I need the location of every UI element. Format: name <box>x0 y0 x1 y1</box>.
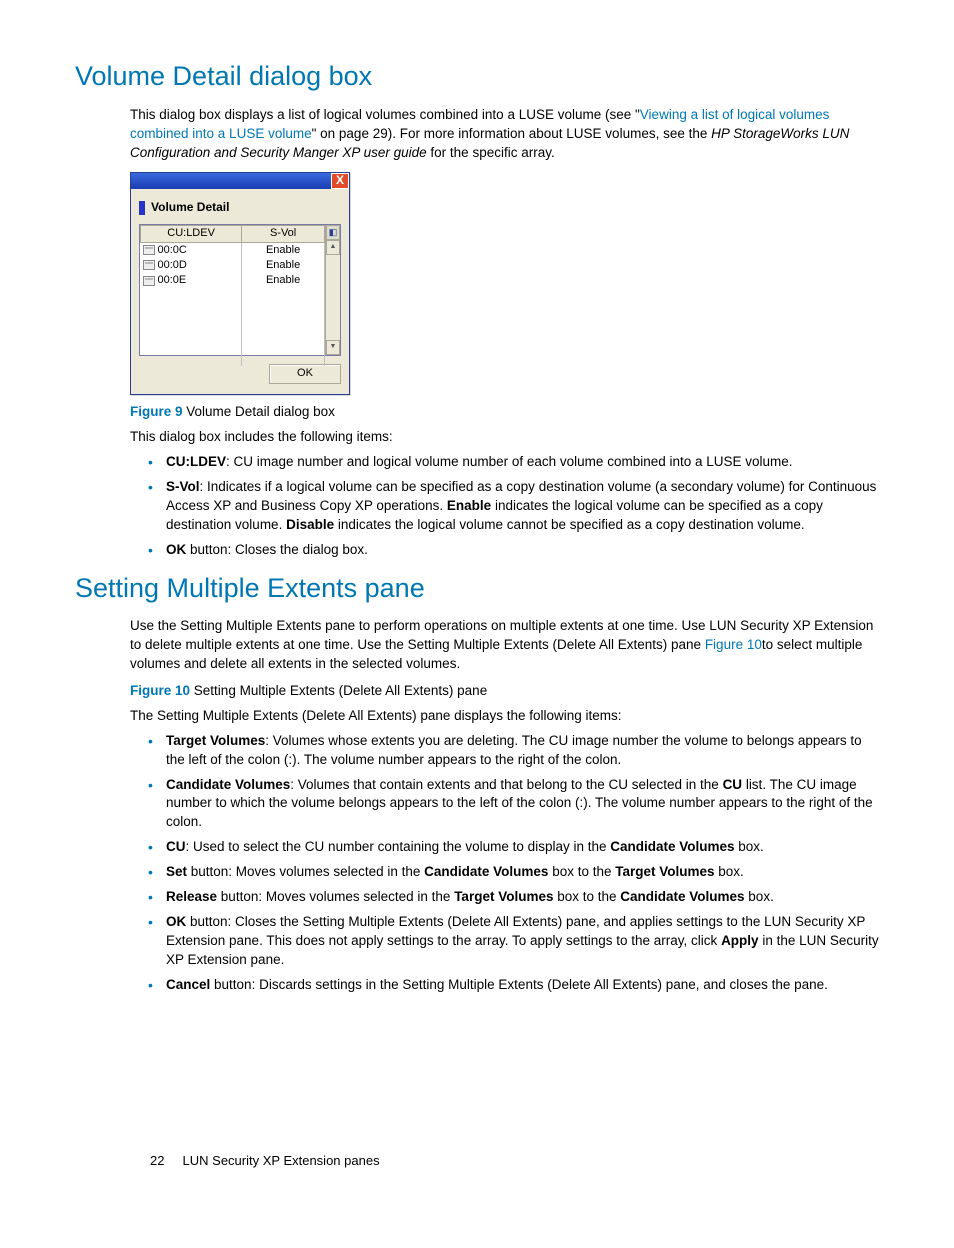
item-candidate-volumes: Candidate Volumes <box>166 777 290 792</box>
item-text: : Used to select the CU number containin… <box>186 839 611 854</box>
cell-ldev: 00:0E <box>158 274 187 286</box>
disk-icon <box>143 245 155 255</box>
item-text: button: Discards settings in the Setting… <box>210 977 828 992</box>
dialog-titlebar: X <box>131 173 349 189</box>
item-text: button: Moves volumes selected in the <box>217 889 454 904</box>
volume-detail-dialog: X Volume Detail CU:LDEV S-Vol <box>130 172 350 395</box>
list-item: S-Vol: Indicates if a logical volume can… <box>148 478 879 535</box>
bold-candidate-volumes: Candidate Volumes <box>424 864 548 879</box>
page-footer: 22 LUN Security XP Extension panes <box>150 1152 380 1170</box>
scroll-up-icon[interactable]: ▲ <box>326 240 340 255</box>
item-text: indicates the logical volume cannot be s… <box>334 517 805 532</box>
disk-icon <box>143 276 155 286</box>
scrollbar-corner-icon[interactable]: ◧ <box>326 225 340 240</box>
intro-paragraph: This dialog box displays a list of logic… <box>130 106 879 163</box>
item-text: : Volumes that contain extents and that … <box>290 777 722 792</box>
bold-candidate-volumes: Candidate Volumes <box>620 889 744 904</box>
intro-pre: This dialog box displays a list of logic… <box>130 107 640 122</box>
table-row[interactable]: 00:0E Enable <box>141 273 325 288</box>
col-culdev[interactable]: CU:LDEV <box>141 226 242 242</box>
cell-svol: Enable <box>242 242 325 258</box>
list-item: Candidate Volumes: Volumes that contain … <box>148 776 879 833</box>
bold-target-volumes: Target Volumes <box>615 864 714 879</box>
item-set: Set <box>166 864 187 879</box>
item-text: box. <box>735 839 764 854</box>
item-text: box to the <box>553 889 620 904</box>
intro-post1: " on page 29). For more information abou… <box>312 126 712 141</box>
list-item: OK button: Closes the dialog box. <box>148 541 879 560</box>
bold-target-volumes: Target Volumes <box>454 889 553 904</box>
list-item: OK button: Closes the Setting Multiple E… <box>148 913 879 970</box>
sme-items-intro: The Setting Multiple Extents (Delete All… <box>130 707 879 726</box>
cell-svol: Enable <box>242 258 325 273</box>
item-target-volumes: Target Volumes <box>166 733 265 748</box>
figure-9-number: Figure 9 <box>130 404 183 419</box>
item-text: button: Closes the dialog box. <box>186 542 368 557</box>
table-row[interactable]: 00:0D Enable <box>141 258 325 273</box>
list-item: CU: Used to select the CU number contain… <box>148 838 879 857</box>
bold-candidate-volumes: Candidate Volumes <box>610 839 734 854</box>
list-item: Cancel button: Discards settings in the … <box>148 976 879 995</box>
figure-10-caption: Setting Multiple Extents (Delete All Ext… <box>194 683 487 698</box>
volume-table: CU:LDEV S-Vol 00:0C Enable 00:0D Enable <box>139 224 341 356</box>
item-text: : CU image number and logical volume num… <box>226 454 793 469</box>
items-intro: This dialog box includes the following i… <box>130 428 879 447</box>
heading-setting-multiple-extents: Setting Multiple Extents pane <box>75 570 879 608</box>
scrollbar[interactable]: ◧ ▲ ▼ <box>325 225 340 355</box>
item-release: Release <box>166 889 217 904</box>
bold-enable: Enable <box>447 498 491 513</box>
link-figure-10[interactable]: Figure 10 <box>705 637 762 652</box>
figure-9-caption: Volume Detail dialog box <box>186 404 335 419</box>
item-text: button: Moves volumes selected in the <box>187 864 424 879</box>
footer-title: LUN Security XP Extension panes <box>183 1153 380 1168</box>
table-row[interactable]: 00:0C Enable <box>141 242 325 258</box>
col-svol[interactable]: S-Vol <box>242 226 325 242</box>
bold-disable: Disable <box>286 517 334 532</box>
list-item: Target Volumes: Volumes whose extents yo… <box>148 732 879 770</box>
item-ok: OK <box>166 914 186 929</box>
page-number: 22 <box>150 1153 164 1168</box>
list-item: CU:LDEV: CU image number and logical vol… <box>148 453 879 472</box>
figure-10-label: Figure 10 Setting Multiple Extents (Dele… <box>130 682 879 701</box>
scroll-down-icon[interactable]: ▼ <box>326 340 340 355</box>
figure-10-number: Figure 10 <box>130 683 190 698</box>
sme-items-list: Target Volumes: Volumes whose extents yo… <box>130 732 879 995</box>
dialog-title: Volume Detail <box>151 199 229 216</box>
sme-paragraph: Use the Setting Multiple Extents pane to… <box>130 617 879 674</box>
item-text: box. <box>715 864 744 879</box>
item-culdev: CU:LDEV <box>166 454 226 469</box>
cell-svol: Enable <box>242 273 325 288</box>
volume-detail-items-list: CU:LDEV: CU image number and logical vol… <box>130 453 879 559</box>
item-cancel: Cancel <box>166 977 210 992</box>
dialog-title-bar-icon <box>139 201 145 215</box>
cell-ldev: 00:0C <box>158 244 187 256</box>
list-item: Release button: Moves volumes selected i… <box>148 888 879 907</box>
item-text: box. <box>745 889 774 904</box>
item-ok: OK <box>166 542 186 557</box>
item-svol: S-Vol <box>166 479 200 494</box>
list-item: Set button: Moves volumes selected in th… <box>148 863 879 882</box>
item-text: box to the <box>548 864 615 879</box>
item-cu: CU <box>166 839 186 854</box>
ok-button[interactable]: OK <box>269 364 341 384</box>
figure-9-label: Figure 9 Volume Detail dialog box <box>130 403 879 422</box>
intro-post2: for the specific array. <box>427 145 555 160</box>
close-icon[interactable]: X <box>331 173 349 189</box>
item-text: : Volumes whose extents you are deleting… <box>166 733 862 767</box>
heading-volume-detail: Volume Detail dialog box <box>75 58 879 96</box>
disk-icon <box>143 260 155 270</box>
cell-ldev: 00:0D <box>158 259 187 271</box>
bold-apply: Apply <box>721 933 759 948</box>
bold-cu: CU <box>723 777 743 792</box>
